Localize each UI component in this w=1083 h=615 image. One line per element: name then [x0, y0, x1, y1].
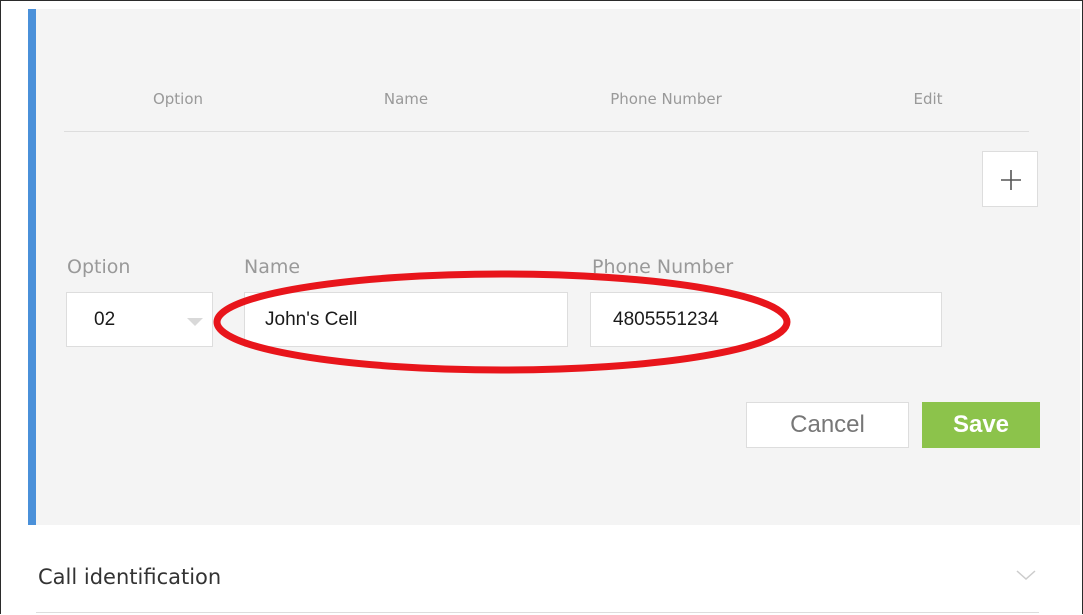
- name-label: Name: [244, 256, 301, 278]
- caret-down-icon: [187, 318, 203, 326]
- column-header-edit: Edit: [913, 90, 943, 108]
- option-select[interactable]: 02: [66, 292, 213, 347]
- add-entry-button[interactable]: [982, 151, 1038, 207]
- header-divider: [64, 131, 1029, 132]
- chevron-down-icon[interactable]: [1015, 568, 1037, 582]
- phone-number-value: 4805551234: [613, 309, 719, 330]
- save-button[interactable]: Save: [922, 402, 1040, 448]
- call-identification-section[interactable]: Call identification: [38, 565, 221, 589]
- phone-label: Phone Number: [592, 256, 734, 278]
- plus-icon: [1001, 170, 1021, 190]
- name-value: John's Cell: [265, 309, 358, 330]
- section-divider: [36, 612, 1039, 613]
- column-header-phone: Phone Number: [610, 90, 722, 108]
- phone-number-field[interactable]: 4805551234: [590, 292, 942, 347]
- column-header-option: Option: [152, 90, 204, 108]
- name-field[interactable]: John's Cell: [244, 292, 568, 347]
- option-value: 02: [94, 309, 116, 330]
- cancel-button[interactable]: Cancel: [746, 402, 909, 448]
- column-header-name: Name: [383, 90, 429, 108]
- option-label: Option: [67, 256, 131, 278]
